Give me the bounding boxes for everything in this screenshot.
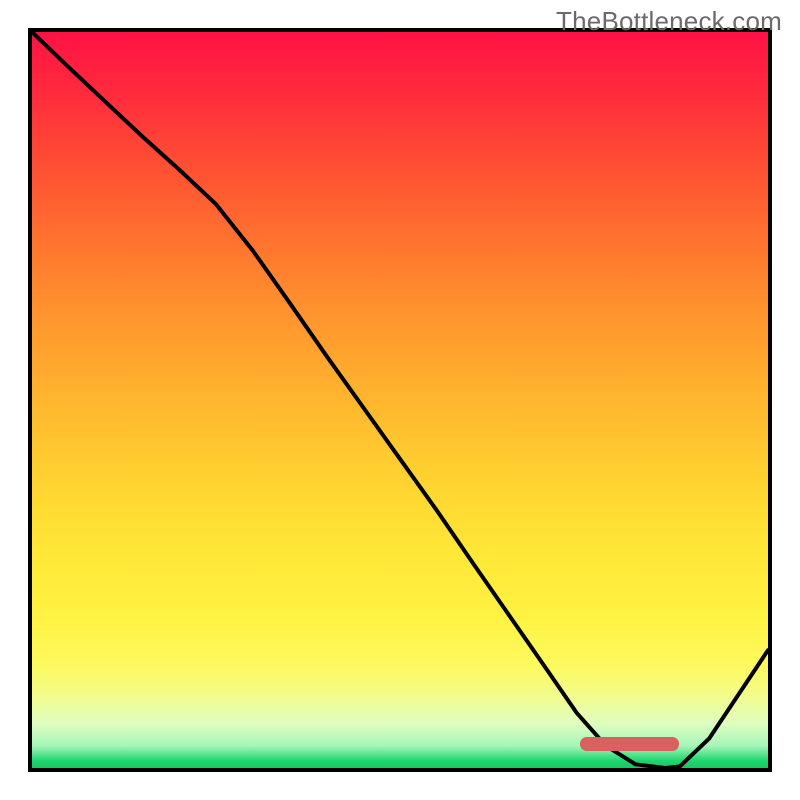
watermark-text: TheBottleneck.com — [556, 6, 782, 37]
chart-line-svg — [32, 32, 768, 768]
highlight-marker — [580, 737, 679, 751]
plot-area — [28, 28, 772, 772]
chart-curve — [32, 32, 768, 768]
